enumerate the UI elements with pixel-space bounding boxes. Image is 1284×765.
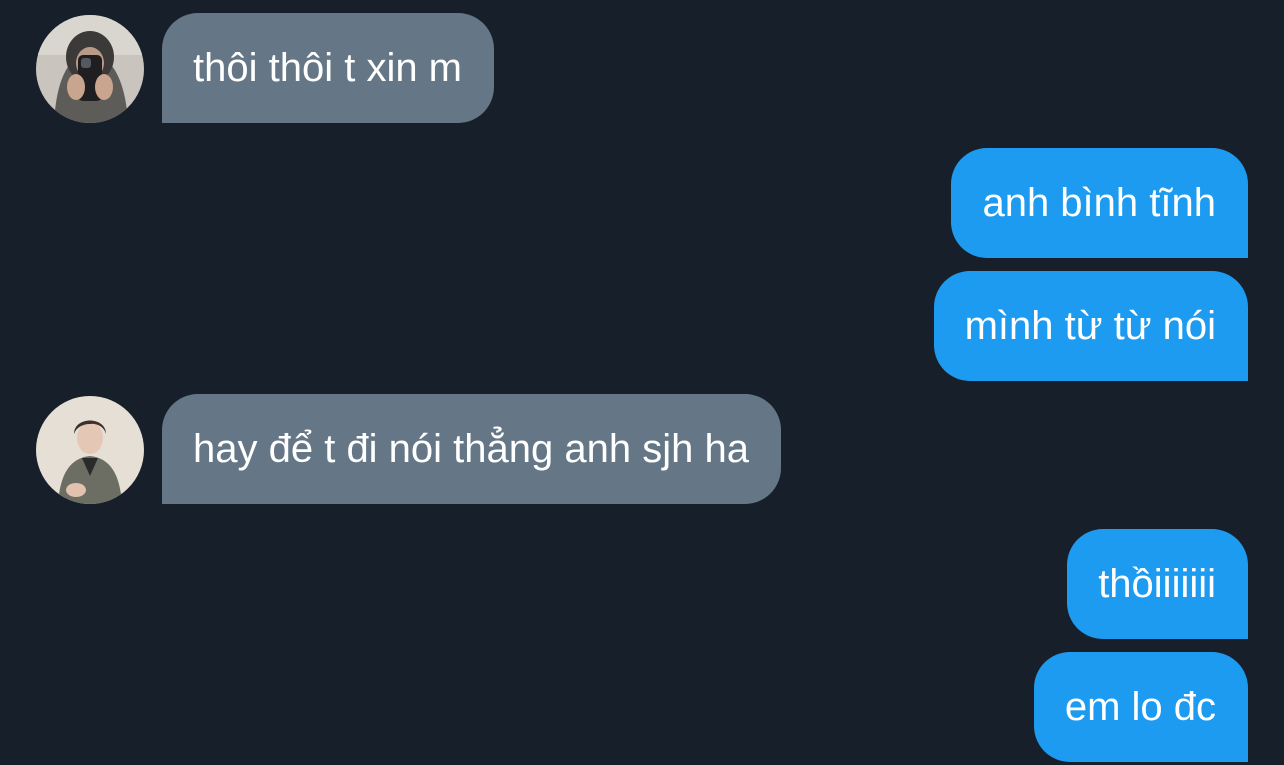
message-bubble-incoming[interactable]: thôi thôi t xin m	[162, 13, 495, 123]
contact-avatar-1[interactable]	[36, 15, 144, 123]
message-text: mình từ từ nói	[964, 304, 1216, 348]
avatar-mirror-selfie-icon	[36, 15, 144, 123]
message-text: anh bình tĩnh	[982, 181, 1216, 225]
message-text: em lo đc	[1064, 685, 1216, 729]
chat-thread: thôi thôi t xin m anh bình tĩnh mình từ …	[0, 0, 1284, 765]
message-text: thồiiiiiii	[1098, 562, 1216, 606]
message-bubble-outgoing[interactable]: mình từ từ nói	[933, 271, 1248, 381]
message-bubble-outgoing[interactable]: thồiiiiiii	[1067, 529, 1248, 639]
message-bubble-outgoing[interactable]: em lo đc	[1033, 652, 1248, 762]
avatar-person-jacket-icon	[36, 396, 144, 504]
contact-avatar-2[interactable]	[36, 396, 144, 504]
message-text: hay để t đi nói thẳng anh sjh ha	[193, 427, 749, 471]
message-bubble-incoming[interactable]: hay để t đi nói thẳng anh sjh ha	[162, 394, 781, 504]
message-text: thôi thôi t xin m	[193, 46, 463, 90]
message-bubble-outgoing[interactable]: anh bình tĩnh	[951, 148, 1248, 258]
